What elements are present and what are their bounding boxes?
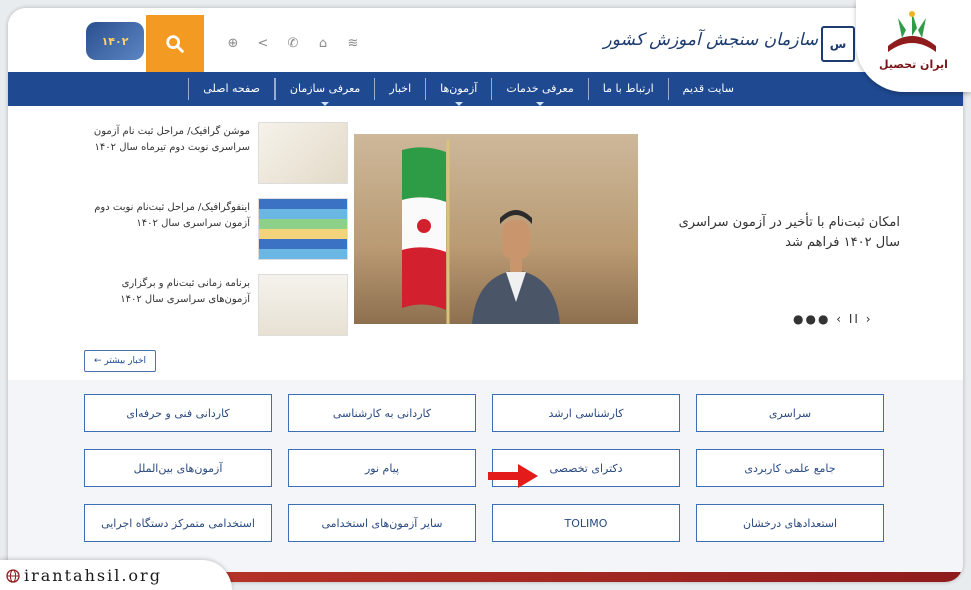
org-title[interactable]: سازمان سنجش آموزش کشور xyxy=(604,30,818,50)
brand-badge: ایران تحصیل xyxy=(856,0,971,92)
side-news-item[interactable]: برنامه زمانی ثبت‌نام و برگزاری آزمون‌های… xyxy=(78,274,348,336)
category-button[interactable]: کارشناسی ارشد xyxy=(492,394,680,432)
category-button[interactable]: استخدامی متمرکز دستگاه اجرایی xyxy=(84,504,272,542)
site-url: irantahsil.org xyxy=(24,566,162,585)
main-navbar: صفحه اصلی معرفی سازمان اخبار آزمون‌ها مع… xyxy=(8,72,963,106)
category-button[interactable]: پیام نور xyxy=(288,449,476,487)
search-button[interactable] xyxy=(146,15,204,73)
side-news-thumbnail xyxy=(258,122,348,184)
category-button[interactable]: جامع علمی کاربردی xyxy=(696,449,884,487)
globe-icon[interactable]: ⊕ xyxy=(226,36,240,51)
web-page: ۱۴۰۲ ⊕ < ✆ ⌂ ≋ سازمان سنجش آموزش کشور س … xyxy=(8,8,963,582)
category-button[interactable]: آزمون‌های بین‌الملل xyxy=(84,449,272,487)
share-icon[interactable]: < xyxy=(256,36,270,51)
site-header: ۱۴۰۲ ⊕ < ✆ ⌂ ≋ سازمان سنجش آموزش کشور س xyxy=(8,8,963,73)
news-slider-image[interactable] xyxy=(354,134,638,324)
category-button[interactable]: سراسری xyxy=(696,394,884,432)
anniversary-logo: ۱۴۰۲ xyxy=(86,22,144,60)
category-button[interactable]: کاردانی به کارشناسی xyxy=(288,394,476,432)
side-news-text: برنامه زمانی ثبت‌نام و برگزاری آزمون‌های… xyxy=(120,278,250,305)
nav-services[interactable]: معرفی خدمات xyxy=(491,78,587,106)
highlight-arrow-icon xyxy=(488,464,538,488)
header-tools: ⊕ < ✆ ⌂ ≋ xyxy=(226,36,360,51)
side-news-item[interactable]: اینفوگرافیک/ مراحل ثبت‌نام نوبت دوم آزمو… xyxy=(78,198,348,260)
nav-news[interactable]: اخبار xyxy=(374,78,425,100)
chevron-down-icon xyxy=(536,102,545,106)
irantahsil-logo-icon xyxy=(888,11,936,52)
nav-items: صفحه اصلی معرفی سازمان اخبار آزمون‌ها مع… xyxy=(188,72,748,106)
url-watermark: irantahsil.org xyxy=(0,560,232,590)
screenshot-frame: ۱۴۰۲ ⊕ < ✆ ⌂ ≋ سازمان سنجش آموزش کشور س … xyxy=(0,0,971,590)
nav-services-label: معرفی خدمات xyxy=(506,82,574,95)
nav-home-label: صفحه اصلی xyxy=(203,82,260,95)
official-portrait-image xyxy=(472,210,560,324)
side-news-text: موشن گرافیک/ مراحل ثبت نام آزمون سراسری … xyxy=(93,126,250,153)
side-news-item[interactable]: موشن گرافیک/ مراحل ثبت نام آزمون سراسری … xyxy=(78,122,348,184)
chevron-down-icon xyxy=(454,102,463,106)
nav-exams-label: آزمون‌ها xyxy=(440,82,478,95)
nav-about[interactable]: معرفی سازمان xyxy=(274,78,374,106)
category-button[interactable]: سایر آزمون‌های استخدامی xyxy=(288,504,476,542)
category-button[interactable]: استعدادهای درخشان xyxy=(696,504,884,542)
nav-contact[interactable]: ارتباط با ما xyxy=(587,78,668,100)
iran-flag-image xyxy=(402,140,450,324)
phone-icon[interactable]: ✆ xyxy=(286,36,300,51)
news-headline[interactable]: امکان ثبت‌نام با تأخیر در آزمون سراسری س… xyxy=(660,213,900,253)
nav-old-site[interactable]: سایت قدیم xyxy=(667,78,748,100)
org-emblem-icon[interactable]: س xyxy=(821,26,855,62)
category-button[interactable]: TOLIMO xyxy=(492,504,680,542)
side-news-thumbnail xyxy=(258,274,348,336)
chevron-down-icon xyxy=(321,102,330,106)
nav-news-label: اخبار xyxy=(389,82,412,95)
more-news-button[interactable]: اخبار بیشتر ← xyxy=(84,350,156,372)
rss-icon[interactable]: ≋ xyxy=(346,36,360,51)
nav-about-label: معرفی سازمان xyxy=(289,82,361,95)
nav-home[interactable]: صفحه اصلی xyxy=(188,78,275,100)
brand-name: ایران تحصیل xyxy=(879,58,948,71)
side-news-thumbnail xyxy=(258,198,348,260)
globe-icon xyxy=(6,569,20,583)
home-icon[interactable]: ⌂ xyxy=(316,36,330,51)
nav-contact-label: ارتباط با ما xyxy=(602,82,654,95)
side-news-text: اینفوگرافیک/ مراحل ثبت‌نام نوبت دوم آزمو… xyxy=(94,202,250,229)
nav-exams[interactable]: آزمون‌ها xyxy=(425,78,491,106)
search-icon xyxy=(166,35,185,54)
slider-controls[interactable]: ●●● ‹ II › xyxy=(793,312,873,326)
category-button[interactable]: کاردانی فنی و حرفه‌ای xyxy=(84,394,272,432)
nav-old-site-label: سایت قدیم xyxy=(682,82,734,95)
